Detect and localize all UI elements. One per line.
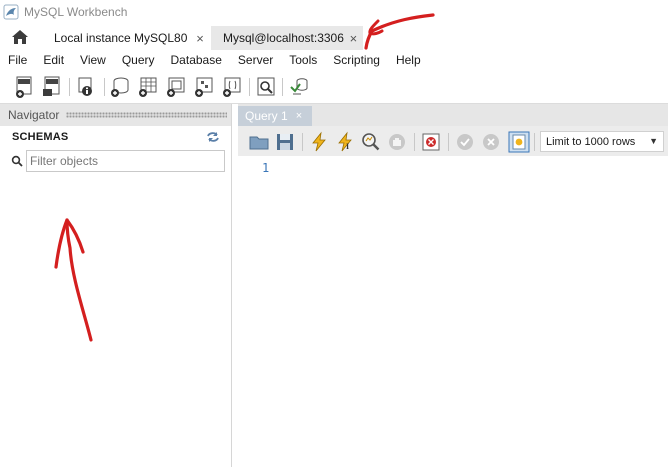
close-icon[interactable]: × [190,31,210,46]
create-schema-icon[interactable] [108,75,132,99]
search-icon [11,155,23,167]
menu-database[interactable]: Database [163,53,230,67]
stop-icon[interactable] [386,131,408,153]
toolbar-separator [414,133,415,151]
window-title: MySQL Workbench [24,5,128,19]
save-icon[interactable] [274,131,296,153]
home-icon [12,30,28,44]
execute-icon[interactable] [308,131,330,153]
tab-label: Local instance MySQL80 [54,31,188,45]
navigator-panel: Navigator SCHEMAS [0,104,232,467]
panel-grip[interactable] [66,112,227,118]
create-view-icon[interactable] [164,75,188,99]
rollback-icon[interactable] [480,131,502,153]
explain-icon[interactable] [360,131,382,153]
toolbar-separator [302,133,303,151]
menu-file[interactable]: File [0,53,35,67]
inspector-icon[interactable] [75,75,99,99]
home-tab[interactable] [0,24,40,50]
title-bar: MySQL Workbench [0,0,668,24]
search-table-data-icon[interactable] [254,75,278,99]
refresh-icon[interactable] [206,131,220,143]
svg-text:I: I [346,142,349,151]
open-folder-icon[interactable] [248,131,270,153]
mysql-dolphin-icon [3,4,19,20]
filter-row [0,148,231,174]
schemas-section: SCHEMAS [0,126,231,148]
close-icon[interactable]: × [344,31,363,46]
toolbar-separator [249,78,250,96]
limit-rows-select[interactable]: Limit to 1000 rows ▼ [540,131,664,152]
query-toolbar: I Limit to 1000 rows ▼ [238,126,668,156]
sql-code-area[interactable]: 1 [238,156,668,467]
execute-current-icon[interactable]: I [334,131,356,153]
query-tab-strip: Query 1 × [238,104,668,126]
tab-label: Mysql@localhost:3306 [223,31,344,45]
menu-server[interactable]: Server [230,53,281,67]
toolbar-separator [282,78,283,96]
schemas-label: SCHEMAS [12,131,69,143]
menu-help[interactable]: Help [388,53,429,67]
toolbar-separator [104,78,105,96]
tab-local-instance[interactable]: Local instance MySQL80 × [42,26,210,50]
menu-bar: File Edit View Query Database Server Too… [0,50,668,70]
navigator-header: Navigator [0,104,231,126]
navigator-title: Navigator [8,108,60,122]
create-table-icon[interactable] [136,75,160,99]
reconnect-icon[interactable] [287,75,311,99]
filter-objects-input[interactable] [26,150,225,172]
limit-rows-value: Limit to 1000 rows [546,135,636,148]
toolbar-separator [448,133,449,151]
query-tab-label: Query 1 [245,109,288,123]
stop-on-error-icon[interactable] [420,131,442,153]
menu-scripting[interactable]: Scripting [325,53,388,67]
query-editor: Query 1 × I Limit to 1000 rows ▼ 1 [238,104,668,467]
connection-tab-strip: Local instance MySQL80 × Mysql@localhost… [0,24,668,50]
line-number: 1 [262,161,270,175]
create-procedure-icon[interactable] [192,75,216,99]
main-toolbar [0,70,668,104]
commit-icon[interactable] [454,131,476,153]
toolbar-separator [69,78,70,96]
create-function-icon[interactable] [220,75,244,99]
autocommit-toggle-icon[interactable] [508,131,530,153]
menu-edit[interactable]: Edit [35,53,72,67]
menu-tools[interactable]: Tools [281,53,325,67]
tab-query-1[interactable]: Query 1 × [238,106,312,126]
chevron-down-icon: ▼ [649,136,658,146]
open-sql-script-icon[interactable] [40,75,64,99]
menu-view[interactable]: View [72,53,114,67]
close-icon[interactable]: × [296,110,302,122]
toolbar-separator [534,133,535,151]
tab-mysql-localhost[interactable]: Mysql@localhost:3306 × [211,26,363,50]
new-sql-tab-icon[interactable] [12,75,36,99]
menu-query[interactable]: Query [114,53,163,67]
